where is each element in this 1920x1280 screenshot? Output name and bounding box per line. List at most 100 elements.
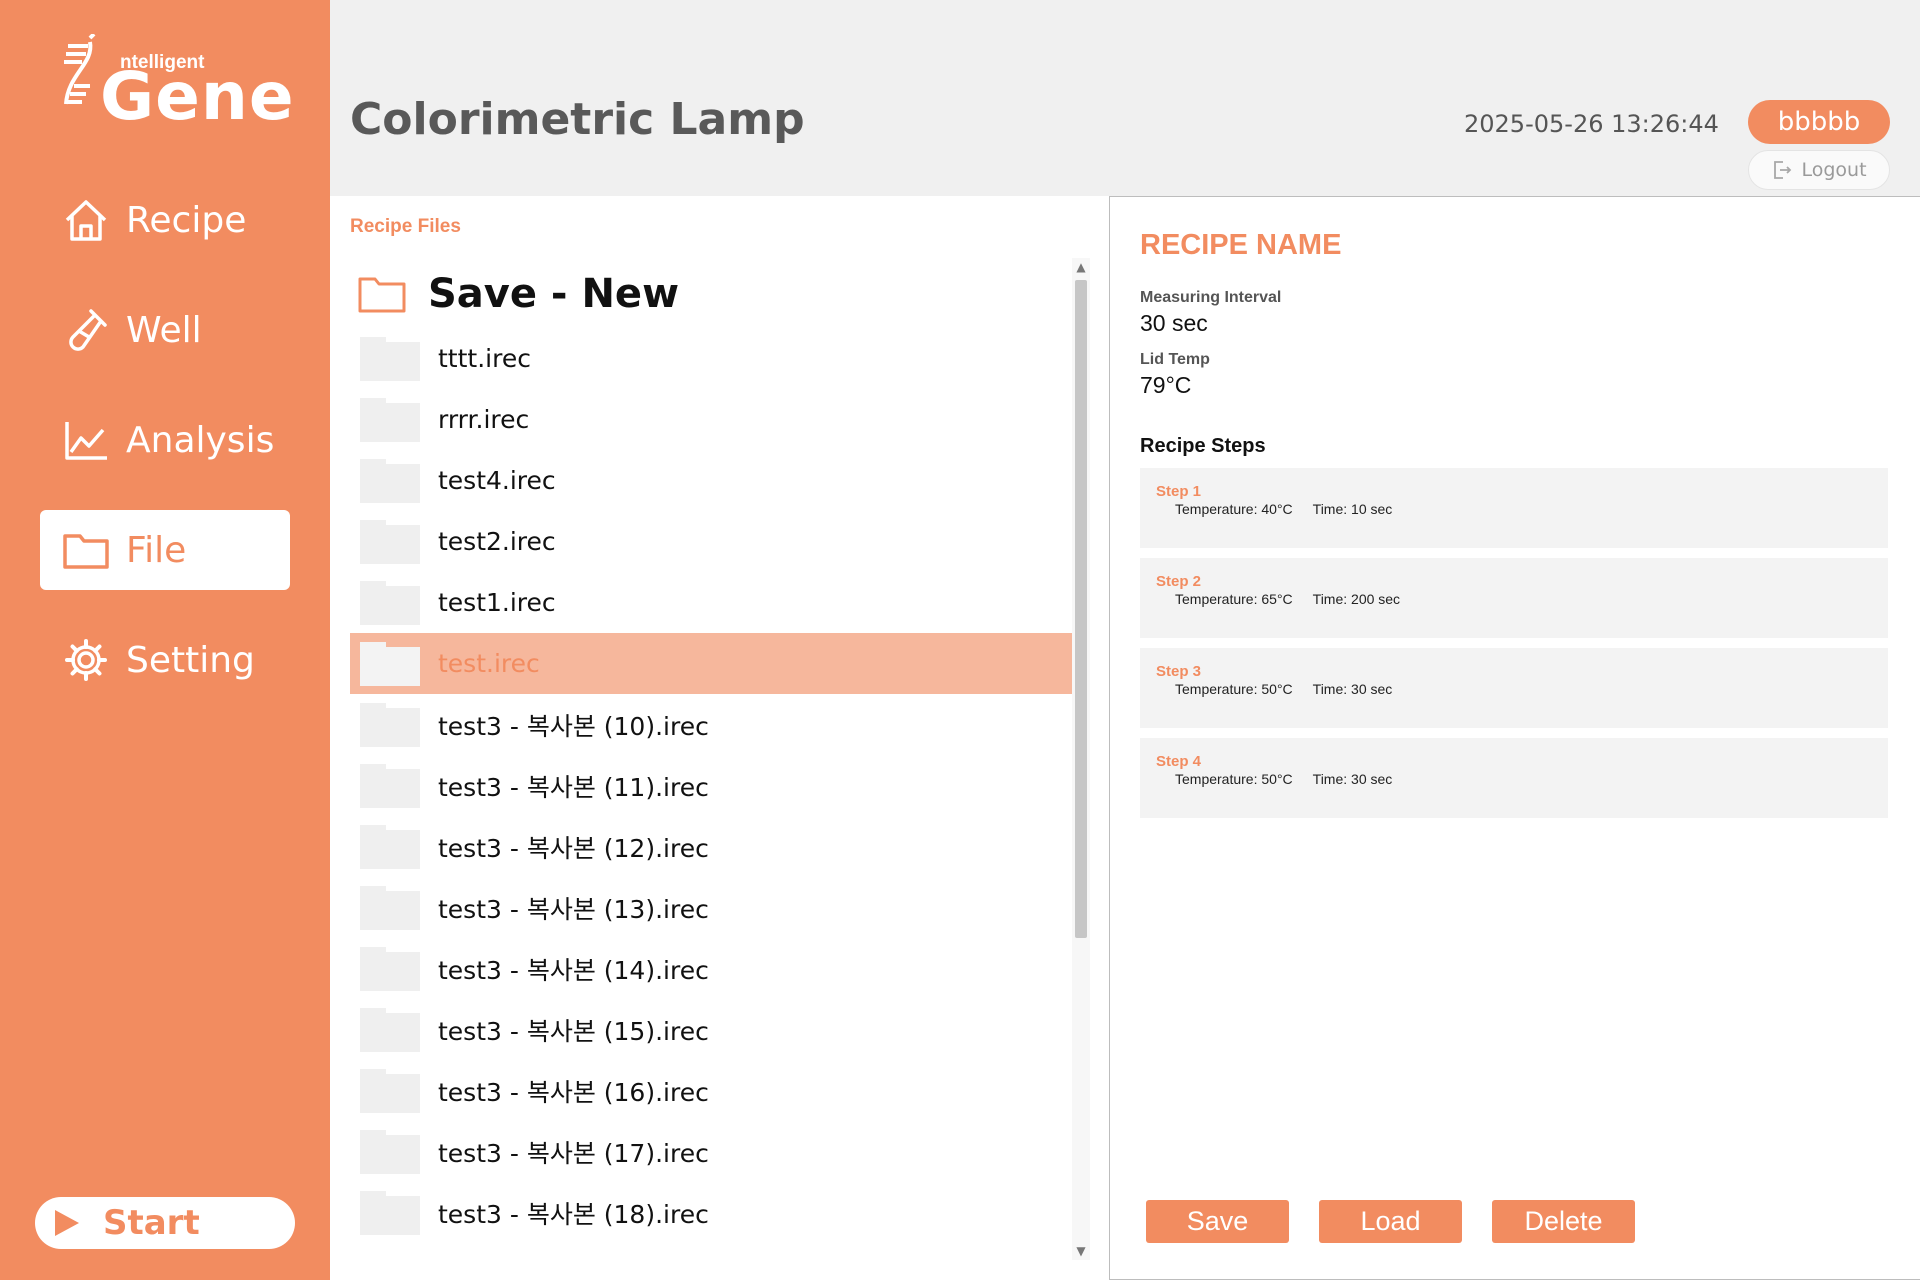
scrollbar-thumb[interactable] [1075,280,1087,938]
logout-label: Logout [1801,159,1867,181]
file-name: test3 - 복사본 (11).irec [438,772,709,802]
file-name: rrrr.irec [438,405,530,434]
step-temperature: Temperature: 40°C [1175,501,1293,517]
file-list-item[interactable]: test3 - 복사본 (14).irec [350,938,1072,999]
recipe-detail-panel: RECIPE NAME Measuring Interval 30 sec Li… [1109,196,1920,1280]
recipe-name: RECIPE NAME [1140,229,1342,261]
lid-temp-label: Lid Temp [1140,351,1210,368]
file-folder-icon [360,763,420,808]
sidebar-item-analysis[interactable]: Analysis [40,400,290,480]
step-temperature: Temperature: 50°C [1175,681,1293,697]
step-info: Temperature: 50°C Time: 30 sec [1175,771,1392,787]
user-button[interactable]: bbbbb [1748,100,1890,144]
file-name: test3 - 복사본 (16).irec [438,1077,709,1107]
file-folder-icon [360,1068,420,1113]
file-list-item[interactable]: test.irec [350,633,1072,694]
home-icon [62,196,110,244]
save-new-item[interactable]: Save - New [350,260,1072,328]
file-folder-icon [360,1007,420,1052]
logo-wordmark: Gene [100,58,295,135]
file-name: test3 - 복사본 (14).irec [438,955,709,985]
step-time: Time: 30 sec [1312,681,1393,697]
file-folder-icon [360,1129,420,1174]
file-name: test4.irec [438,466,556,495]
file-folder-icon [360,885,420,930]
file-folder-icon [360,824,420,869]
step-time: Time: 10 sec [1312,501,1393,517]
datetime: 2025-05-26 13:26:44 [1464,110,1719,138]
file-list-item[interactable]: test2.irec [350,511,1072,572]
save-new-label: Save - New [428,271,680,317]
file-folder-icon [360,580,420,625]
save-button[interactable]: Save [1146,1200,1289,1243]
file-list: Save - New tttt.irec rrrr.irec test4.irec t… [350,260,1072,1260]
step-card: Step 3 Temperature: 50°C Time: 30 sec [1140,648,1888,728]
file-list-scrollbar[interactable]: ▲ ▼ [1072,258,1090,1260]
step-info: Temperature: 65°C Time: 200 sec [1175,591,1400,607]
step-label: Step 4 [1156,753,1202,770]
file-list-item[interactable]: test3 - 복사본 (10).irec [350,694,1072,755]
file-list-item[interactable]: test3 - 복사본 (11).irec [350,755,1072,816]
lid-temp-value: 79°C [1140,372,1192,398]
file-name: test3 - 복사본 (18).irec [438,1199,709,1229]
page-title: Colorimetric Lamp [350,94,805,145]
delete-button[interactable]: Delete [1492,1200,1635,1243]
file-name: test3 - 복사본 (12).irec [438,833,709,863]
file-list-item[interactable]: rrrr.irec [350,389,1072,450]
play-icon [55,1210,79,1236]
file-list-item[interactable]: tttt.irec [350,328,1072,389]
file-list-item[interactable]: test3 - 복사본 (13).irec [350,877,1072,938]
file-list-item[interactable]: test3 - 복사본 (18).irec [350,1182,1072,1243]
sidebar-item-label: Setting [126,639,255,681]
folder-icon [358,277,406,313]
file-folder-icon [360,336,420,381]
line-chart-icon [62,416,110,464]
sidebar-item-well[interactable]: Well [40,290,290,370]
file-list-item[interactable]: test1.irec [350,572,1072,633]
file-list-item[interactable]: test3 - 복사본 (17).irec [350,1121,1072,1182]
test-tube-icon [62,306,110,354]
file-name: tttt.irec [438,344,531,373]
file-name: test.irec [438,649,540,678]
step-label: Step 1 [1156,483,1202,500]
logout-button[interactable]: Logout [1748,150,1890,190]
file-name: test3 - 복사본 (13).irec [438,894,709,924]
sidebar-item-label: Analysis [126,419,275,461]
sidebar-item-setting[interactable]: Setting [40,620,290,700]
file-name: test1.irec [438,588,556,617]
header: Colorimetric Lamp 2025-05-26 13:26:44 bb… [330,0,1920,196]
gear-icon [62,636,110,684]
step-info: Temperature: 50°C Time: 30 sec [1175,681,1392,697]
file-name: test3 - 복사본 (17).irec [438,1138,709,1168]
file-folder-icon [360,458,420,503]
measuring-interval-value: 30 sec [1140,310,1208,336]
sidebar-item-recipe[interactable]: Recipe [40,180,290,260]
folder-icon [62,526,110,574]
load-button[interactable]: Load [1319,1200,1462,1243]
file-list-item[interactable]: test3 - 복사본 (12).irec [350,816,1072,877]
brand-logo: ntelligent Gene [60,30,294,135]
file-list-item[interactable]: test3 - 복사본 (16).irec [350,1060,1072,1121]
sidebar-item-label: Well [126,309,202,351]
step-time: Time: 30 sec [1312,771,1393,787]
measuring-interval-label: Measuring Interval [1140,289,1282,306]
step-temperature: Temperature: 50°C [1175,771,1293,787]
start-label: Start [103,1203,200,1243]
file-folder-icon [360,1190,420,1235]
start-button[interactable]: Start [35,1197,295,1249]
recipe-files-label: Recipe Files [350,216,461,237]
scroll-down-arrow-icon[interactable]: ▼ [1072,1242,1090,1260]
file-folder-icon [360,702,420,747]
file-name: test3 - 복사본 (10).irec [438,711,709,741]
dna-icon [64,34,96,105]
logout-icon [1774,161,1792,179]
sidebar-item-label: Recipe [126,199,247,241]
step-label: Step 3 [1156,663,1202,680]
file-name: test2.irec [438,527,556,556]
file-list-item[interactable]: test3 - 복사본 (15).irec [350,999,1072,1060]
scroll-up-arrow-icon[interactable]: ▲ [1072,258,1090,276]
sidebar: ntelligent Gene Recipe Well Analysis Fil… [0,0,330,1280]
file-list-item[interactable]: test4.irec [350,450,1072,511]
sidebar-item-file[interactable]: File [40,510,290,590]
step-card: Step 1 Temperature: 40°C Time: 10 sec [1140,468,1888,548]
